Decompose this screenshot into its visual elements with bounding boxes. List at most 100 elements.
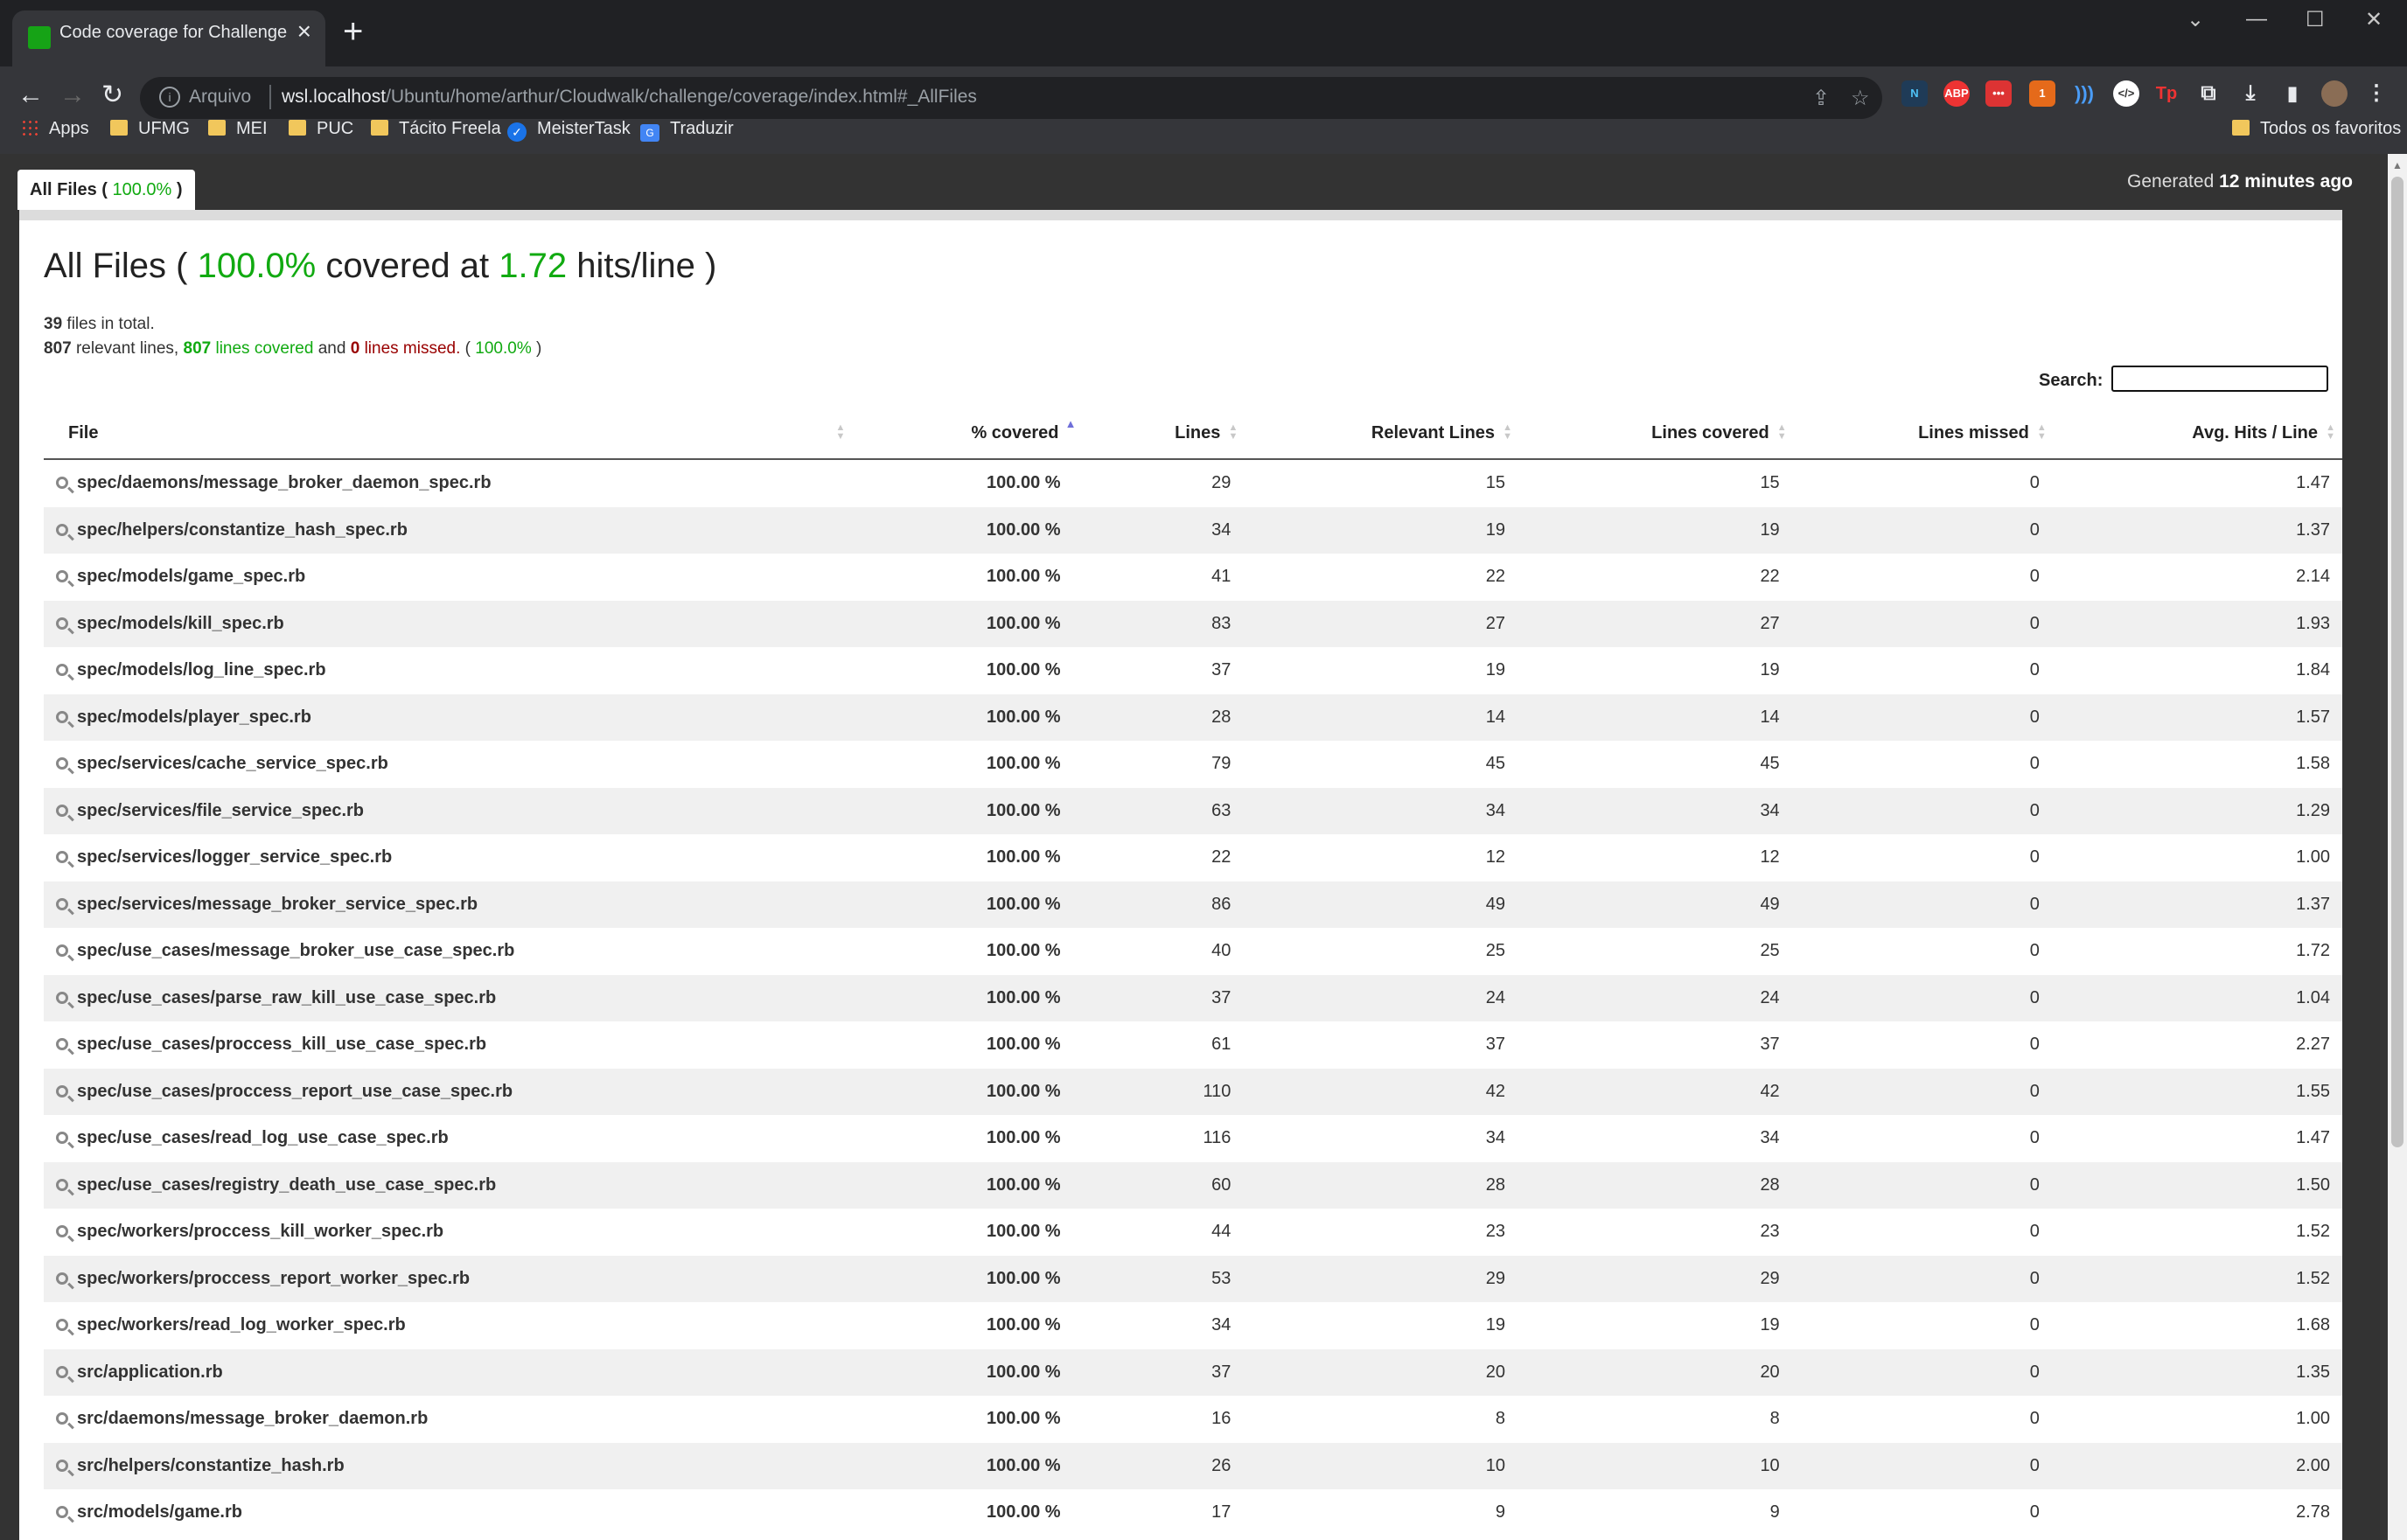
folder-icon xyxy=(371,120,388,136)
file-link[interactable]: spec/workers/proccess_report_worker_spec… xyxy=(77,1269,470,1288)
column-header-lines-missed[interactable]: Lines missed ▲ ▼ xyxy=(1793,408,2054,460)
magnifier-icon[interactable] xyxy=(56,617,68,630)
magnifier-icon[interactable] xyxy=(56,1365,68,1378)
browser-tab[interactable]: Code coverage for Challenge × xyxy=(12,10,325,66)
adblock-icon[interactable]: ABP xyxy=(1943,80,1970,107)
menu-kebab-icon[interactable]: ⋮ xyxy=(2363,80,2390,107)
magnifier-icon[interactable] xyxy=(56,1506,68,1519)
profile-avatar[interactable] xyxy=(2321,80,2348,107)
info-icon[interactable]: i xyxy=(159,87,180,108)
bookmark-mei[interactable]: MEI xyxy=(208,119,268,139)
file-link[interactable]: spec/models/game_spec.rb xyxy=(77,567,305,586)
magnifier-icon[interactable] xyxy=(56,1178,68,1191)
title-percent: 100.0% xyxy=(197,247,317,285)
tab-search-icon[interactable]: ⌄ xyxy=(2187,7,2204,32)
magnifier-icon[interactable] xyxy=(56,1225,68,1238)
bookmark-ufmg[interactable]: UFMG xyxy=(110,119,190,139)
search-input[interactable] xyxy=(2111,366,2328,392)
magnifier-icon[interactable] xyxy=(56,944,68,958)
file-link[interactable]: spec/services/message_broker_service_spe… xyxy=(77,895,478,914)
magnifier-icon[interactable] xyxy=(56,991,68,1004)
magnifier-icon[interactable] xyxy=(56,897,68,910)
file-link[interactable]: spec/models/kill_spec.rb xyxy=(77,614,284,633)
magnifier-icon[interactable] xyxy=(56,1412,68,1425)
extension-badge-icon[interactable]: 1 xyxy=(2029,80,2055,107)
reload-icon[interactable]: ↻ xyxy=(101,82,123,108)
tab-all-files[interactable]: All Files ( 100.0% ) xyxy=(17,170,195,210)
file-link[interactable]: spec/daemons/message_broker_daemon_spec.… xyxy=(77,473,492,492)
column-header-avg-hits[interactable]: Avg. Hits / Line ▲ ▼ xyxy=(2053,408,2342,460)
column-header-lines[interactable]: Lines ▲ ▼ xyxy=(1083,408,1245,460)
file-link[interactable]: spec/services/logger_service_spec.rb xyxy=(77,847,392,867)
magnifier-icon[interactable] xyxy=(56,1319,68,1332)
maximize-icon[interactable]: ☐ xyxy=(2306,7,2325,32)
extension-tp-icon[interactable]: Tp xyxy=(2153,80,2180,107)
file-link[interactable]: spec/workers/proccess_kill_worker_spec.r… xyxy=(77,1222,443,1241)
share-icon[interactable]: ⇪ xyxy=(1812,86,1830,111)
bookmark-apps[interactable]: Apps xyxy=(21,119,89,139)
address-bar[interactable]: i Arquivo wsl.localhost/Ubuntu/home/arth… xyxy=(140,77,1882,119)
extension-wave-icon[interactable]: ))) xyxy=(2071,80,2097,107)
bookmark-meistertask[interactable]: ✓ MeisterTask xyxy=(507,119,631,142)
page-scrollbar[interactable]: ▲ xyxy=(2388,154,2407,1540)
magnifier-icon[interactable] xyxy=(56,851,68,864)
magnifier-icon[interactable] xyxy=(56,1272,68,1285)
scroll-up-icon[interactable]: ▲ xyxy=(2392,159,2403,171)
file-link[interactable]: spec/workers/read_log_worker_spec.rb xyxy=(77,1315,406,1334)
file-link[interactable]: spec/use_cases/parse_raw_kill_use_case_s… xyxy=(77,988,496,1007)
magnifier-icon[interactable] xyxy=(56,804,68,817)
extension-dots-icon[interactable]: ••• xyxy=(1985,80,2012,107)
magnifier-icon[interactable] xyxy=(56,1038,68,1051)
bookmark-all-favorites[interactable]: Todos os favoritos xyxy=(2232,119,2401,139)
file-link[interactable]: src/helpers/constantize_hash.rb xyxy=(77,1456,345,1475)
file-link[interactable]: src/models/game.rb xyxy=(77,1502,242,1522)
magnifier-icon[interactable] xyxy=(56,1084,68,1098)
forward-icon[interactable]: → xyxy=(59,82,86,108)
bookmark-puc[interactable]: PUC xyxy=(289,119,353,139)
file-link[interactable]: src/application.rb xyxy=(77,1362,223,1382)
column-header-file[interactable]: File ▲ ▼ xyxy=(44,408,853,460)
file-link[interactable]: src/daemons/message_broker_daemon.rb xyxy=(77,1409,428,1428)
close-tab-icon[interactable]: × xyxy=(297,19,311,44)
extension-n-icon[interactable]: N xyxy=(1901,80,1928,107)
file-link[interactable]: spec/models/log_line_spec.rb xyxy=(77,660,326,679)
magnifier-icon[interactable] xyxy=(56,523,68,536)
minimize-icon[interactable]: — xyxy=(2246,7,2267,31)
magnifier-icon[interactable] xyxy=(56,477,68,490)
download-icon[interactable]: ⤓ xyxy=(2237,80,2264,107)
file-link[interactable]: spec/services/cache_service_spec.rb xyxy=(77,754,388,773)
file-link[interactable]: spec/use_cases/message_broker_use_case_s… xyxy=(77,941,514,960)
lines-covered-cell: 20 xyxy=(1519,1348,1794,1396)
magnifier-icon[interactable] xyxy=(56,757,68,770)
file-link[interactable]: spec/use_cases/proccess_kill_use_case_sp… xyxy=(77,1035,486,1054)
file-link[interactable]: spec/use_cases/registry_death_use_case_s… xyxy=(77,1175,496,1195)
side-panel-icon[interactable]: ▮ xyxy=(2279,80,2306,107)
file-link[interactable]: spec/helpers/constantize_hash_spec.rb xyxy=(77,520,408,540)
extension-code-icon[interactable]: </> xyxy=(2113,80,2139,107)
extensions-puzzle-icon[interactable]: ⧉ xyxy=(2195,80,2222,107)
new-tab-icon[interactable]: + xyxy=(343,14,363,49)
bookmark-star-icon[interactable]: ☆ xyxy=(1851,86,1870,111)
back-icon[interactable]: ← xyxy=(17,82,44,108)
table-row: spec/use_cases/proccess_report_use_case_… xyxy=(44,1068,2342,1115)
bookmark-tacito-freela[interactable]: Tácito Freela xyxy=(371,119,501,139)
url-text[interactable]: wsl.localhost/Ubuntu/home/arthur/Cloudwa… xyxy=(282,87,977,108)
column-header-percent-covered[interactable]: % covered ▲ xyxy=(852,408,1084,460)
file-link[interactable]: spec/use_cases/read_log_use_case_spec.rb xyxy=(77,1128,449,1147)
file-link[interactable]: spec/models/player_spec.rb xyxy=(77,707,311,727)
avg-hits-cell: 1.52 xyxy=(2053,1255,2342,1302)
file-link[interactable]: spec/use_cases/proccess_report_use_case_… xyxy=(77,1082,513,1101)
magnifier-icon[interactable] xyxy=(56,570,68,583)
file-link[interactable]: spec/services/file_service_spec.rb xyxy=(77,801,364,820)
folder-icon xyxy=(110,120,128,136)
scrollbar-thumb[interactable] xyxy=(2391,177,2404,1147)
close-window-icon[interactable]: ✕ xyxy=(2365,7,2383,32)
magnifier-icon[interactable] xyxy=(56,710,68,723)
magnifier-icon[interactable] xyxy=(56,664,68,677)
column-header-relevant-lines[interactable]: Relevant Lines ▲ ▼ xyxy=(1245,408,1520,460)
column-header-lines-covered[interactable]: Lines covered ▲ ▼ xyxy=(1519,408,1794,460)
magnifier-icon[interactable] xyxy=(56,1132,68,1145)
magnifier-icon[interactable] xyxy=(56,1459,68,1472)
column-header-label: Lines missed xyxy=(1918,422,2029,442)
bookmark-traduzir[interactable]: G Traduzir xyxy=(640,119,734,142)
